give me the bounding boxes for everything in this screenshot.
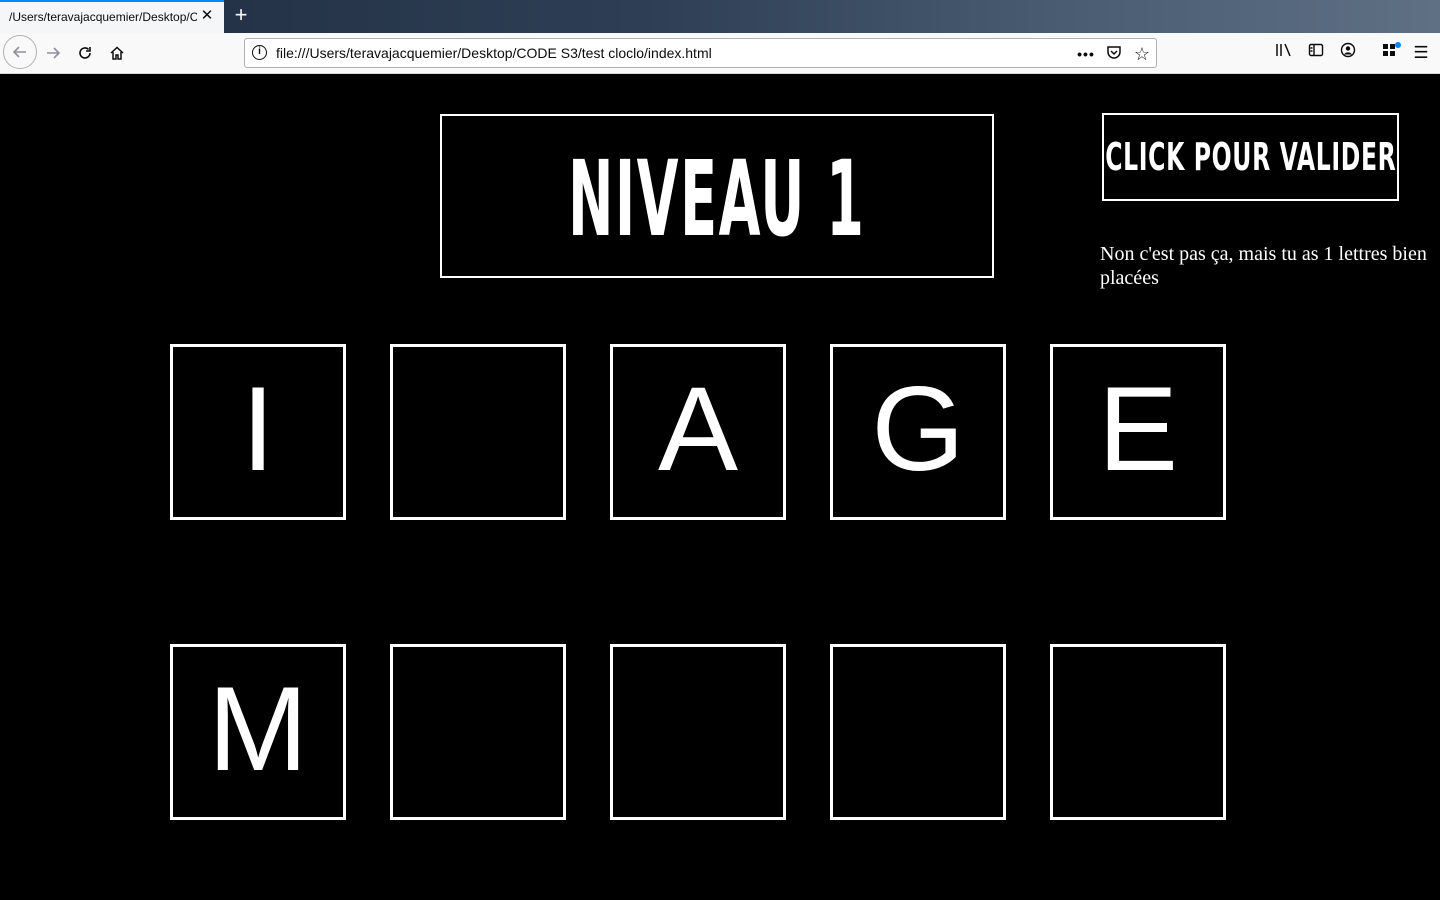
close-icon[interactable]: ✕ bbox=[199, 8, 215, 24]
back-arrow-icon bbox=[12, 46, 26, 58]
letter-box-row1-3[interactable]: A bbox=[610, 344, 786, 520]
letter: M bbox=[208, 662, 308, 796]
letter-box-row2-1[interactable]: M bbox=[170, 644, 346, 820]
home-button[interactable] bbox=[101, 37, 133, 69]
letter: E bbox=[1097, 362, 1179, 496]
letter: G bbox=[871, 362, 965, 496]
letter-box-row2-2[interactable] bbox=[390, 644, 566, 820]
more-icon[interactable]: ••• bbox=[1076, 44, 1096, 64]
letter-box-row2-3[interactable] bbox=[610, 644, 786, 820]
validate-button-label: CLICK POUR VALIDER bbox=[1104, 135, 1397, 179]
new-tab-button[interactable]: + bbox=[229, 4, 253, 28]
back-button[interactable] bbox=[3, 35, 37, 69]
library-icon[interactable] bbox=[1273, 42, 1295, 64]
browser-tab[interactable]: /Users/teravajacquemier/Desktop/CODE S3/… bbox=[0, 0, 224, 33]
letter-box-row1-5[interactable]: E bbox=[1050, 344, 1226, 520]
info-icon[interactable]: i bbox=[252, 45, 267, 60]
forward-arrow-icon bbox=[47, 47, 61, 59]
letter: A bbox=[657, 362, 739, 496]
level-title: NIVEAU 1 bbox=[568, 138, 866, 260]
letter-box-row1-4[interactable]: G bbox=[830, 344, 1006, 520]
feedback-message: Non c'est pas ça, mais tu as 1 lettres b… bbox=[1100, 243, 1427, 289]
star-icon[interactable]: ☆ bbox=[1132, 44, 1152, 64]
letter-box-row1-1[interactable]: I bbox=[170, 344, 346, 520]
url-bar[interactable]: i file:///Users/teravajacquemier/Desktop… bbox=[244, 38, 1157, 68]
letter-box-row2-4[interactable] bbox=[830, 644, 1006, 820]
letter: I bbox=[241, 362, 275, 496]
letter-box-row2-5[interactable] bbox=[1050, 644, 1226, 820]
tab-bar: /Users/teravajacquemier/Desktop/CODE S3/… bbox=[0, 0, 1440, 33]
notification-dot bbox=[1395, 42, 1401, 48]
sidebar-icon[interactable] bbox=[1305, 42, 1327, 64]
account-icon[interactable] bbox=[1337, 42, 1359, 64]
forward-button[interactable] bbox=[37, 37, 69, 69]
validate-button[interactable]: CLICK POUR VALIDER bbox=[1102, 113, 1399, 201]
url-text[interactable]: file:///Users/teravajacquemier/Desktop/C… bbox=[276, 45, 712, 61]
reload-button[interactable] bbox=[69, 37, 101, 69]
letter-box-row1-2[interactable] bbox=[390, 344, 566, 520]
home-icon bbox=[110, 46, 124, 60]
level-banner: NIVEAU 1 bbox=[440, 114, 994, 278]
tab-title: /Users/teravajacquemier/Desktop/CODE S3/… bbox=[9, 10, 197, 24]
pocket-icon[interactable] bbox=[1104, 44, 1124, 64]
navigation-bar: i file:///Users/teravajacquemier/Desktop… bbox=[0, 33, 1440, 74]
reload-icon bbox=[79, 47, 91, 59]
hamburger-menu-icon[interactable]: ☰ bbox=[1410, 42, 1432, 64]
